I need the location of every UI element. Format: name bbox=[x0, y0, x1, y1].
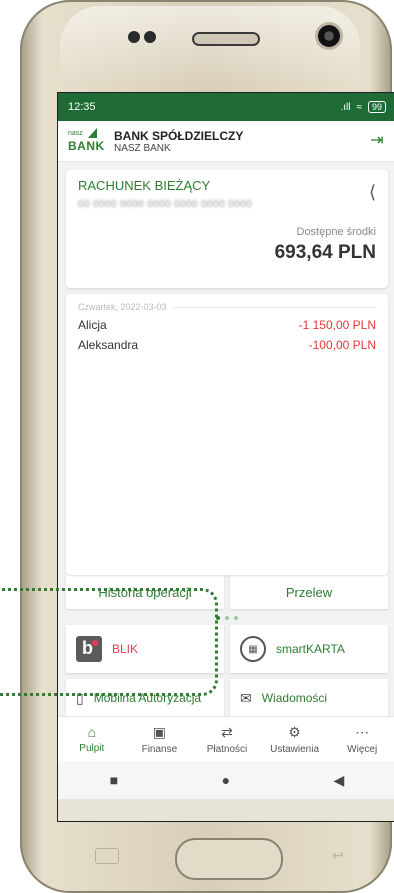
home-circle-icon[interactable]: ● bbox=[222, 772, 230, 788]
qr-code-icon: ▦ bbox=[240, 636, 266, 662]
phone-screen: 12:35 .ıll ≈ 99 nasz BANK BANK SPÓŁDZIEL… bbox=[57, 92, 394, 822]
physical-home-button[interactable] bbox=[175, 838, 283, 880]
back-triangle-icon[interactable]: ◀ bbox=[333, 772, 344, 789]
envelope-icon: ✉ bbox=[240, 689, 252, 706]
account-number: 00 0000 0000 0000 0000 0000 0000 bbox=[78, 199, 253, 210]
transfer-arrows-icon: ⇄ bbox=[221, 723, 233, 740]
phone-gloss bbox=[60, 6, 360, 86]
page-dot[interactable] bbox=[234, 616, 238, 620]
account-name: RACHUNEK BIEŻĄCY bbox=[78, 178, 211, 193]
status-time: 12:35 bbox=[68, 101, 96, 113]
available-funds-label: Dostępne środki bbox=[296, 226, 377, 238]
recent-apps-key-icon[interactable] bbox=[95, 848, 119, 864]
bank-name: BANK SPÓŁDZIELCZY bbox=[114, 128, 244, 143]
nav-platnosci[interactable]: ⇄ Płatności bbox=[193, 717, 261, 761]
brand: nasz BANK BANK SPÓŁDZIELCZY NASZ BANK bbox=[68, 128, 243, 154]
nav-pulpit[interactable]: ⌂ Pulpit bbox=[58, 717, 126, 761]
wifi-icon: ≈ bbox=[356, 101, 362, 113]
blik-highlight-outline bbox=[0, 588, 218, 696]
battery-icon: 99 bbox=[367, 101, 386, 113]
nav-wiecej[interactable]: ⋯ Więcej bbox=[328, 717, 394, 761]
phone-frame: 12:35 .ıll ≈ 99 nasz BANK BANK SPÓŁDZIEL… bbox=[20, 0, 394, 893]
transaction-row[interactable]: Alicja -1 150,00 PLN bbox=[78, 318, 376, 332]
bank-subname: NASZ BANK bbox=[114, 142, 171, 154]
android-navigation-bar: ■ ● ◀ bbox=[58, 761, 394, 799]
more-dots-icon: ⋯ bbox=[355, 723, 370, 740]
account-card[interactable]: RACHUNEK BIEŻĄCY 00 0000 0000 0000 0000 … bbox=[66, 170, 388, 288]
share-icon[interactable]: ⟨ bbox=[369, 182, 376, 203]
recent-transactions: Czwartek, 2022-03-03 Alicja -1 150,00 PL… bbox=[66, 294, 388, 575]
divider bbox=[172, 306, 376, 308]
screen-bottom-edge bbox=[58, 799, 394, 821]
back-key-icon[interactable]: ↩ bbox=[332, 848, 354, 862]
earpiece-speaker bbox=[192, 32, 260, 46]
sensor-dot bbox=[144, 31, 156, 43]
sensor-dot bbox=[128, 31, 140, 43]
logout-icon[interactable]: ⇥ bbox=[368, 132, 386, 150]
app-header: nasz BANK BANK SPÓŁDZIELCZY NASZ BANK ⇥ bbox=[58, 121, 394, 162]
status-bar: 12:35 .ıll ≈ 99 bbox=[58, 93, 394, 121]
transaction-row[interactable]: Aleksandra -100,00 PLN bbox=[78, 338, 376, 352]
home-icon: ⌂ bbox=[87, 724, 97, 740]
front-camera-icon bbox=[318, 25, 340, 47]
transfer-button[interactable]: Przelew bbox=[230, 575, 388, 609]
nav-ustawienia[interactable]: ⚙ Ustawienia bbox=[261, 717, 329, 761]
smartkarta-tile[interactable]: ▦ smartKARTA bbox=[230, 625, 388, 673]
page-dot[interactable] bbox=[225, 616, 229, 620]
recents-icon[interactable]: ■ bbox=[110, 772, 118, 788]
account-balance: 693,64 PLN bbox=[274, 242, 376, 263]
messages-label: Wiadomości bbox=[261, 691, 328, 705]
logo-arrow-icon bbox=[88, 128, 97, 138]
wallet-icon: ▣ bbox=[152, 723, 166, 740]
smartkarta-label: smartKARTA bbox=[276, 642, 345, 656]
bottom-navigation: ⌂ Pulpit ▣ Finanse ⇄ Płatności ⚙ Ustawie… bbox=[58, 716, 394, 761]
signal-icon: .ıll bbox=[340, 101, 351, 113]
transaction-date: Czwartek, 2022-03-03 bbox=[78, 302, 167, 312]
messages-tile[interactable]: ✉ Wiadomości bbox=[230, 679, 388, 717]
nav-finanse[interactable]: ▣ Finanse bbox=[126, 717, 194, 761]
gear-icon: ⚙ bbox=[288, 723, 301, 740]
bank-logo: nasz BANK bbox=[68, 128, 105, 153]
